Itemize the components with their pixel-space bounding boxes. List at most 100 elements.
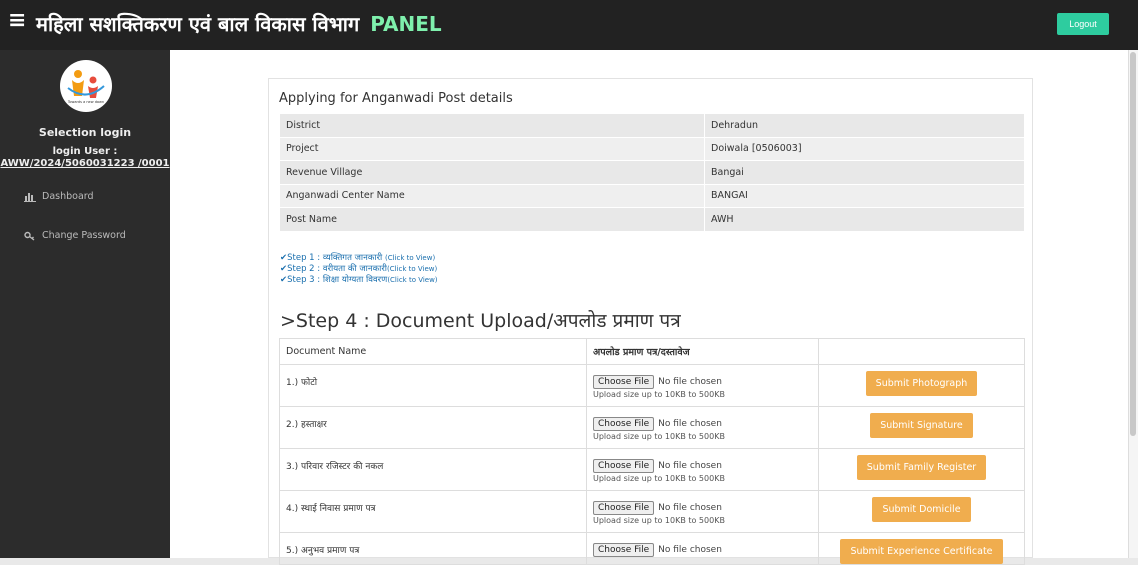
- submit-cell: Submit Family Register: [818, 448, 1025, 491]
- sidebar-item-label: Dashboard: [42, 191, 94, 202]
- step-label: ✔Step 2 : वरीयता की जानकारी: [280, 264, 388, 274]
- sidebar-item-label: Change Password: [42, 230, 126, 241]
- upload-table: Document Name अपलोड प्रमाण पत्र/दस्तावेज…: [279, 338, 1025, 565]
- file-upload-cell: Choose File No file chosen Upload size u…: [586, 448, 819, 491]
- table-row: 5.) अनुभव प्रमाण पत्र Choose File No fil…: [279, 532, 1025, 565]
- file-input[interactable]: Choose File No file chosen: [593, 501, 818, 515]
- document-name: 4.) स्थाई निवास प्रमाण पत्र: [279, 490, 587, 533]
- steps-list: ✔Step 1 : व्यक्तिगत जानकारी (Click to Vi…: [280, 253, 438, 286]
- login-user-id[interactable]: AWW/2024/5060031223 /0001: [0, 158, 170, 170]
- col-document: Document Name: [279, 338, 587, 365]
- detail-value: Bangai: [704, 160, 1025, 185]
- size-hint: Upload size up to 10KB to 500KB: [593, 432, 725, 441]
- table-row: 3.) परिवार रजिस्टर की नकल Choose File No…: [279, 448, 1025, 491]
- submit-cell: Submit Experience Certificate: [818, 532, 1025, 565]
- no-file-text: No file chosen: [658, 461, 722, 471]
- main-content: Applying for Anganwadi Post details Dist…: [170, 50, 1128, 565]
- step-3-link[interactable]: ✔Step 3 : शिक्षा योग्यता विवरण(Click to …: [280, 275, 438, 286]
- choose-file-button[interactable]: Choose File: [593, 375, 655, 389]
- file-upload-cell: Choose File No file chosen: [586, 532, 819, 565]
- table-row: 1.) फोटो Choose File No file chosen Uplo…: [279, 364, 1025, 407]
- detail-label: Post Name: [279, 207, 705, 232]
- col-upload: अपलोड प्रमाण पत्र/दस्तावेज: [586, 338, 819, 365]
- file-upload-cell: Choose File No file chosen Upload size u…: [586, 364, 819, 407]
- detail-label: Project: [279, 136, 705, 161]
- table-row: Anganwadi Center Name BANGAI: [279, 183, 1025, 208]
- login-user: login User : AWW/2024/5060031223 /0001: [0, 146, 170, 170]
- scrollbar-thumb[interactable]: [1130, 52, 1136, 436]
- submit-experience-certificate-button[interactable]: Submit Experience Certificate: [840, 539, 1003, 564]
- choose-file-button[interactable]: Choose File: [593, 543, 655, 557]
- submit-domicile-button[interactable]: Submit Domicile: [872, 497, 971, 522]
- table-header: Document Name अपलोड प्रमाण पत्र/दस्तावेज: [279, 338, 1025, 365]
- detail-label: Revenue Village: [279, 160, 705, 185]
- table-row: Post Name AWH: [279, 207, 1025, 232]
- step-view-link[interactable]: (Click to View): [387, 276, 437, 284]
- detail-label: Anganwadi Center Name: [279, 183, 705, 208]
- file-input[interactable]: Choose File No file chosen: [593, 459, 818, 473]
- submit-cell: Submit Signature: [818, 406, 1025, 449]
- step-4-heading: >Step 4 : Document Upload/अपलोड प्रमाण प…: [280, 310, 681, 332]
- no-file-text: No file chosen: [658, 545, 722, 555]
- step-label: ✔Step 1 : व्यक्तिगत जानकारी: [280, 253, 383, 263]
- no-file-text: No file chosen: [658, 503, 722, 513]
- size-hint: Upload size up to 10KB to 500KB: [593, 390, 725, 399]
- submit-cell: Submit Domicile: [818, 490, 1025, 533]
- table-row: Project Doiwala [0506003]: [279, 136, 1025, 161]
- step-view-link[interactable]: (Click to View): [385, 254, 435, 262]
- file-upload-cell: Choose File No file chosen Upload size u…: [586, 406, 819, 449]
- department-logo: Towards a new dawn: [60, 60, 112, 112]
- key-icon: [24, 231, 35, 241]
- detail-value: AWH: [704, 207, 1025, 232]
- details-title: Applying for Anganwadi Post details: [279, 91, 513, 106]
- application-card: Applying for Anganwadi Post details Dist…: [268, 78, 1033, 565]
- no-file-text: No file chosen: [658, 419, 722, 429]
- size-hint: Upload size up to 10KB to 500KB: [593, 516, 725, 525]
- menu-icon[interactable]: ≡: [8, 8, 26, 33]
- detail-value: Doiwala [0506003]: [704, 136, 1025, 161]
- logo-caption: Towards a new dawn: [67, 100, 105, 104]
- step-view-link[interactable]: (Click to View): [387, 265, 437, 273]
- file-input[interactable]: Choose File No file chosen: [593, 417, 818, 431]
- table-row: Revenue Village Bangai: [279, 160, 1025, 185]
- step-label: ✔Step 3 : शिक्षा योग्यता विवरण: [280, 275, 388, 285]
- app-title-panel: PANEL: [370, 12, 442, 36]
- app-title: महिला सशक्तिकरण एवं बाल विकास विभाग PANE…: [36, 10, 442, 37]
- details-table: District Dehradun Project Doiwala [05060…: [279, 113, 1025, 232]
- login-user-label: login User :: [52, 146, 118, 157]
- top-bar: ≡ महिला सशक्तिकरण एवं बाल विकास विभाग PA…: [0, 0, 1138, 50]
- file-input[interactable]: Choose File No file chosen: [593, 543, 818, 557]
- selection-label: Selection login: [38, 126, 132, 139]
- step-2-link[interactable]: ✔Step 2 : वरीयता की जानकारी(Click to Vie…: [280, 264, 438, 275]
- detail-value: BANGAI: [704, 183, 1025, 208]
- detail-value: Dehradun: [704, 113, 1025, 138]
- no-file-text: No file chosen: [658, 377, 722, 387]
- choose-file-button[interactable]: Choose File: [593, 501, 655, 515]
- table-row: 4.) स्थाई निवास प्रमाण पत्र Choose File …: [279, 490, 1025, 533]
- app-title-text: महिला सशक्तिकरण एवं बाल विकास विभाग: [36, 12, 360, 36]
- choose-file-button[interactable]: Choose File: [593, 459, 655, 473]
- choose-file-button[interactable]: Choose File: [593, 417, 655, 431]
- col-action: [818, 338, 1025, 365]
- submit-signature-button[interactable]: Submit Signature: [870, 413, 973, 438]
- document-name: 2.) हस्ताक्षर: [279, 406, 587, 449]
- table-row: 2.) हस्ताक्षर Choose File No file chosen…: [279, 406, 1025, 449]
- document-name: 1.) फोटो: [279, 364, 587, 407]
- logo-figures-icon: [67, 70, 105, 98]
- size-hint: Upload size up to 10KB to 500KB: [593, 474, 725, 483]
- document-name: 3.) परिवार रजिस्टर की नकल: [279, 448, 587, 491]
- sidebar-item-change-password[interactable]: Change Password: [24, 230, 126, 241]
- sidebar-item-dashboard[interactable]: Dashboard: [24, 191, 94, 202]
- file-upload-cell: Choose File No file chosen Upload size u…: [586, 490, 819, 533]
- table-row: District Dehradun: [279, 113, 1025, 138]
- document-name: 5.) अनुभव प्रमाण पत्र: [279, 532, 587, 565]
- logout-button[interactable]: Logout: [1057, 13, 1109, 35]
- submit-family-register-button[interactable]: Submit Family Register: [856, 455, 987, 480]
- submit-cell: Submit Photograph: [818, 364, 1025, 407]
- sidebar: Towards a new dawn Selection login login…: [0, 50, 170, 558]
- file-input[interactable]: Choose File No file chosen: [593, 375, 818, 389]
- step-1-link[interactable]: ✔Step 1 : व्यक्तिगत जानकारी (Click to Vi…: [280, 253, 438, 264]
- detail-label: District: [279, 113, 705, 138]
- submit-photograph-button[interactable]: Submit Photograph: [865, 371, 978, 396]
- bar-chart-icon: [24, 192, 36, 202]
